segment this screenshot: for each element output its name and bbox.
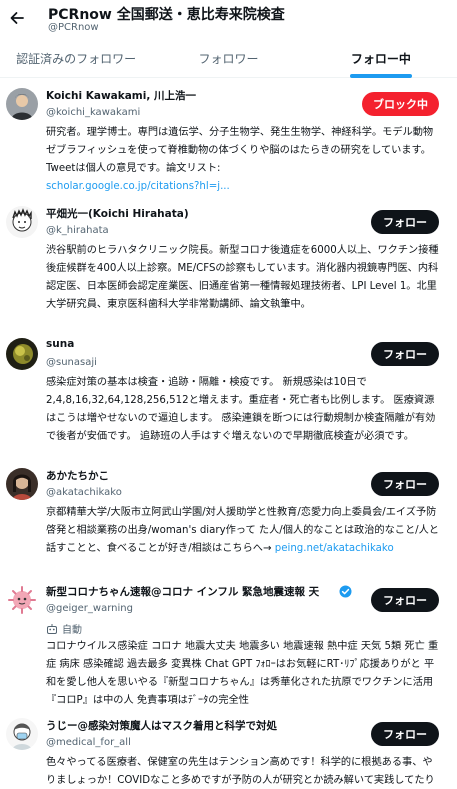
bio-link[interactable]: scholar.google.co.jp/citations?hl=j... bbox=[46, 181, 230, 192]
list-item[interactable]: あかたちかこ @akatachikako フォロー 京都精華大学/大阪市立阿武山… bbox=[0, 460, 457, 572]
list-item[interactable]: うじー@感染対策魔人はマスク着用と科学で対処 @medical_for_all … bbox=[0, 710, 457, 789]
user-bio: 研究者。理学博士。専門は遺伝学、分子生物学、発生生物学、神経科学。モデル動物ゼブ… bbox=[46, 124, 442, 192]
list-item[interactable]: 平畑光一(Koichi Hirahata) @k_hirahata フォロー 渋… bbox=[0, 198, 457, 324]
user-handle[interactable]: @geiger_warning bbox=[46, 603, 133, 614]
follow-button[interactable]: フォロー bbox=[371, 472, 439, 496]
follow-button[interactable]: フォロー bbox=[371, 210, 439, 234]
automated-label: 自動 bbox=[46, 621, 82, 636]
tab-bar: 認証済みのフォロワー フォロワー フォロー中 bbox=[0, 40, 457, 78]
user-bio: 渋谷駅前のヒラハタクリニック院長。新型コロナ後遺症を6000人以上、ワクチン接種… bbox=[46, 242, 442, 314]
tab-followers[interactable]: フォロワー bbox=[152, 40, 304, 77]
avatar[interactable] bbox=[6, 468, 38, 500]
robot-icon bbox=[47, 623, 57, 634]
page-handle: @PCRnow bbox=[48, 22, 99, 33]
user-handle[interactable]: @k_hirahata bbox=[46, 225, 109, 236]
user-handle[interactable]: @akatachikako bbox=[46, 487, 122, 498]
arrow-left-icon bbox=[10, 12, 24, 24]
avatar[interactable] bbox=[6, 206, 38, 238]
user-name[interactable]: あかたちかこ bbox=[46, 468, 109, 483]
tab-label: 認証済みのフォロワー bbox=[16, 52, 137, 66]
active-tab-indicator bbox=[349, 74, 412, 78]
user-handle[interactable]: @koichi_kawakami bbox=[46, 107, 140, 118]
back-button[interactable] bbox=[6, 7, 28, 29]
user-name[interactable]: suna bbox=[46, 338, 74, 350]
user-name[interactable]: 平畑光一(Koichi Hirahata) bbox=[46, 206, 189, 221]
user-bio: コロナウイルス感染症 コロナ 地震大丈夫 地震多い 地震速報 熱中症 天気 5類… bbox=[46, 638, 442, 706]
follow-button[interactable]: フォロー bbox=[371, 588, 439, 612]
avatar[interactable] bbox=[6, 88, 38, 120]
bio-text: 渋谷駅前のヒラハタクリニック院長。新型コロナ後遺症を6000人以上、ワクチン接種… bbox=[46, 245, 439, 310]
user-handle[interactable]: @sunasaji bbox=[46, 357, 97, 368]
user-name[interactable]: うじー@感染対策魔人はマスク着用と科学で対処 bbox=[46, 718, 277, 733]
user-name[interactable]: 新型コロナちゃん速報@コロナ インフル 緊急地震速報 天 bbox=[46, 584, 319, 599]
follow-button[interactable]: フォロー bbox=[371, 342, 439, 366]
list-item[interactable]: Koichi Kawakami, 川上浩一 @koichi_kawakami ブ… bbox=[0, 80, 457, 192]
bio-link[interactable]: peing.net/akatachikako bbox=[275, 543, 394, 554]
bio-text: 研究者。理学博士。専門は遺伝学、分子生物学、発生生物学、神経科学。モデル動物ゼブ… bbox=[46, 127, 434, 174]
tab-following[interactable]: フォロー中 bbox=[305, 40, 457, 78]
list-item[interactable]: suna @sunasaji フォロー 感染症対策の基本は検査・追跡・隔離・検疫… bbox=[0, 330, 457, 456]
verified-badge-icon bbox=[339, 585, 352, 598]
top-bar: PCRnow 全国郵送・恵比寿来院検査 @PCRnow bbox=[0, 0, 457, 38]
blocked-button[interactable]: ブロック中 bbox=[362, 92, 439, 116]
user-bio: 京都精華大学/大阪市立阿武山学園/対人援助学と性教育/恋愛力向上委員会/エイズ予… bbox=[46, 504, 442, 572]
list-item[interactable]: 新型コロナちゃん速報@コロナ インフル 緊急地震速報 天 @geiger_war… bbox=[0, 576, 457, 706]
avatar[interactable] bbox=[6, 718, 38, 750]
automated-text: 自動 bbox=[62, 625, 82, 636]
bio-text: 感染症対策の基本は検査・追跡・隔離・検疫です。 新規感染は10日で2,4,8,1… bbox=[46, 377, 436, 442]
tab-label: フォロー中 bbox=[350, 52, 411, 66]
page-title: PCRnow 全国郵送・恵比寿来院検査 bbox=[48, 7, 285, 23]
bio-text: コロナウイルス感染症 コロナ 地震大丈夫 地震多い 地震速報 熱中症 天気 5類… bbox=[46, 641, 439, 706]
tab-verified-followers[interactable]: 認証済みのフォロワー bbox=[0, 40, 152, 77]
user-handle[interactable]: @medical_for_all bbox=[46, 737, 131, 748]
follow-button[interactable]: フォロー bbox=[371, 722, 439, 746]
user-bio: 色々やってる医療者、保健室の先生はテンション高めです！科学的に根拠ある事、やりま… bbox=[46, 754, 442, 789]
avatar[interactable] bbox=[6, 338, 38, 370]
bio-text: 色々やってる医療者、保健室の先生はテンション高めです！科学的に根拠ある事、やりま… bbox=[46, 757, 435, 786]
user-name[interactable]: Koichi Kawakami, 川上浩一 bbox=[46, 88, 196, 103]
avatar[interactable] bbox=[6, 584, 38, 616]
tab-label: フォロワー bbox=[198, 52, 259, 66]
user-bio: 感染症対策の基本は検査・追跡・隔離・検疫です。 新規感染は10日で2,4,8,1… bbox=[46, 374, 442, 446]
